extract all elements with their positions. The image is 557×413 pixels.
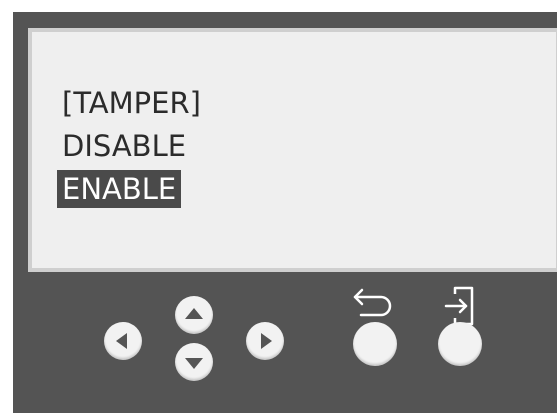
enter-button[interactable] <box>438 322 482 366</box>
nav-down-button[interactable] <box>175 343 213 381</box>
menu-option-disable[interactable]: DISABLE <box>62 127 186 165</box>
triangle-right-icon <box>261 333 272 349</box>
nav-up-button[interactable] <box>175 296 213 334</box>
return-arrow-icon <box>353 288 392 317</box>
triangle-left-icon <box>116 333 127 349</box>
menu-title: [TAMPER] <box>62 86 201 120</box>
back-button[interactable] <box>353 322 397 366</box>
triangle-up-icon <box>185 308 203 319</box>
nav-left-button[interactable] <box>104 322 142 360</box>
menu-option-enable-selected[interactable]: ENABLE <box>57 170 182 208</box>
triangle-down-icon <box>185 358 203 369</box>
nav-right-button[interactable] <box>246 322 284 360</box>
lcd-screen: [TAMPER] DISABLE ENABLE <box>28 28 557 272</box>
